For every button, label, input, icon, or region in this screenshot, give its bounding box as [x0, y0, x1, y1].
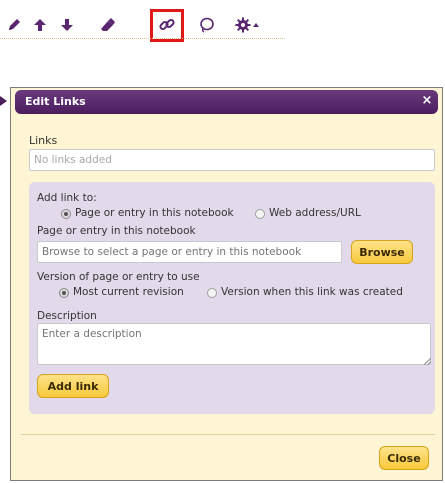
caret-up-icon[interactable] [250, 14, 262, 36]
notebook-section-label: Page or entry in this notebook [37, 225, 196, 237]
dialog-pointer [0, 96, 7, 106]
radio-current-revision[interactable] [59, 288, 69, 298]
add-link-panel: Add link to: Page or entry in this noteb… [29, 182, 435, 414]
description-label: Description [37, 310, 97, 322]
toolbar-divider [0, 38, 285, 39]
radio-notebook-label[interactable]: Page or entry in this notebook [75, 207, 234, 219]
radio-created-version[interactable] [207, 288, 217, 298]
lasso-icon[interactable] [196, 14, 218, 36]
links-label: Links [29, 134, 58, 147]
version-label: Version of page or entry to use [37, 271, 200, 283]
dialog-title: Edit Links [25, 95, 86, 108]
close-button[interactable]: Close [379, 446, 429, 470]
links-list-field: No links added [29, 149, 435, 171]
edit-links-dialog: Edit Links × Links No links added Add li… [10, 87, 443, 481]
close-icon[interactable]: × [420, 93, 434, 108]
add-link-button[interactable]: Add link [37, 374, 109, 398]
radio-notebook[interactable] [61, 209, 71, 219]
browse-input[interactable] [37, 241, 342, 263]
description-textarea[interactable] [37, 323, 431, 365]
radio-current-revision-label[interactable]: Most current revision [73, 286, 184, 298]
footer-divider [21, 434, 435, 435]
pencil-icon[interactable] [3, 14, 25, 36]
radio-web-address-label[interactable]: Web address/URL [269, 207, 361, 219]
add-link-to-label: Add link to: [37, 192, 97, 204]
eraser-icon[interactable] [97, 14, 119, 36]
toolbar [0, 0, 290, 48]
radio-created-version-label[interactable]: Version when this link was created [221, 286, 403, 298]
dialog-titlebar[interactable]: Edit Links × [15, 90, 438, 114]
arrow-up-icon[interactable] [29, 14, 51, 36]
browse-button[interactable]: Browse [351, 240, 413, 264]
arrow-down-icon[interactable] [56, 14, 78, 36]
radio-web-address[interactable] [255, 209, 265, 219]
resize-grip-icon[interactable] [424, 358, 431, 365]
